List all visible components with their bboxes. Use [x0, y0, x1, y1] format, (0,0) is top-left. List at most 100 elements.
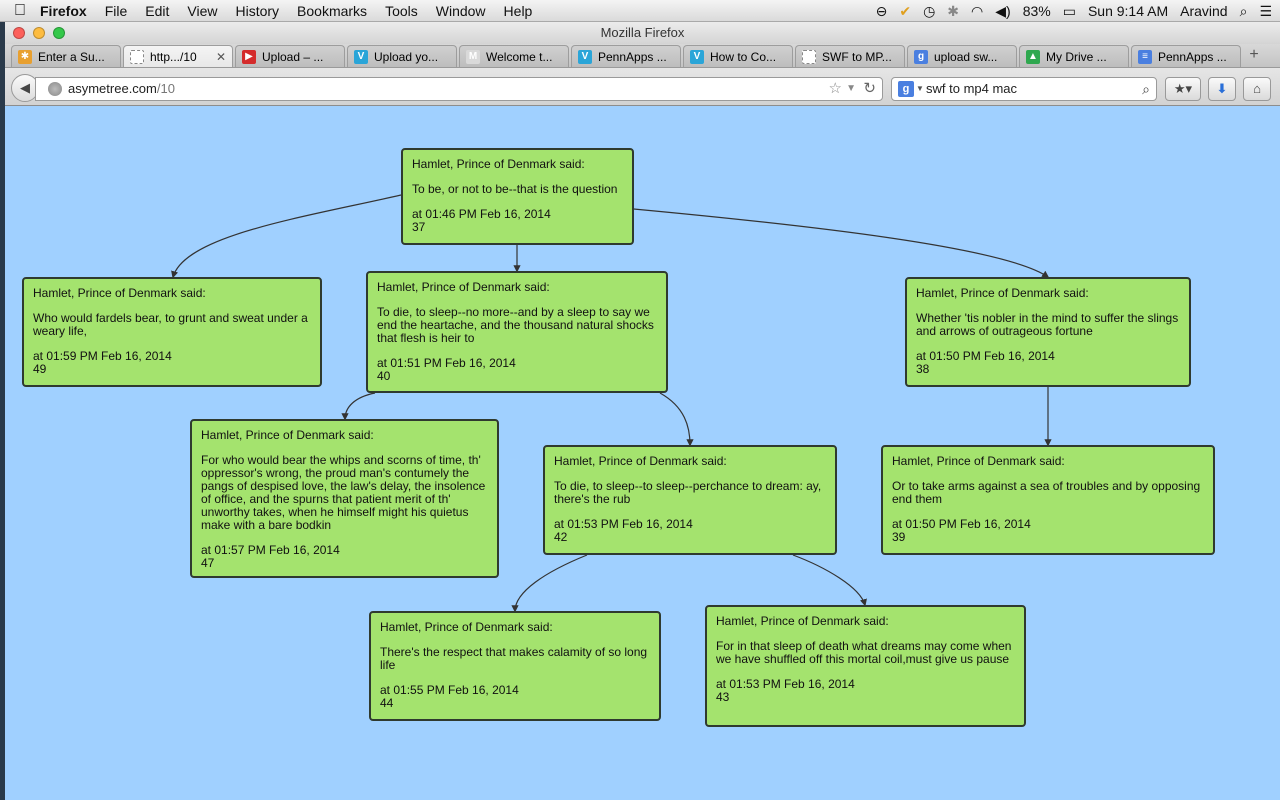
comment-node-43[interactable]: Hamlet, Prince of Denmark said: For in th…	[705, 605, 1026, 727]
home-button[interactable]: ⌂	[1243, 77, 1271, 101]
battery-icon[interactable]: ▭	[1063, 3, 1076, 20]
node-id: 38	[916, 362, 930, 376]
gmail-icon: M	[466, 49, 480, 64]
apple-menu-icon[interactable]: 	[0, 2, 40, 20]
node-time: at 01:51 PM Feb 16, 2014	[377, 356, 516, 370]
zoom-window-button[interactable]	[53, 27, 65, 39]
blank-page-icon	[130, 49, 144, 64]
bookmark-star-icon[interactable]: ☆	[829, 78, 842, 100]
user-name[interactable]: Aravind	[1180, 3, 1227, 19]
tab-1[interactable]: http.../10 ✕	[123, 45, 233, 67]
comment-node-49[interactable]: Hamlet, Prince of Denmark said: Who would…	[22, 277, 322, 387]
address-bar[interactable]: asymetree.com/10 ☆ ▼ ↻	[35, 77, 883, 101]
pinwheel-icon: ✱	[18, 49, 32, 64]
comment-node-38[interactable]: Hamlet, Prince of Denmark said: Whether '…	[905, 277, 1191, 387]
node-speaker: Hamlet, Prince of Denmark said:	[201, 428, 374, 442]
reload-icon[interactable]: ↻	[863, 78, 876, 100]
spotlight-icon[interactable]: ⌕	[1240, 3, 1248, 20]
bluetooth-icon[interactable]: ✱	[947, 3, 959, 20]
time-machine-icon[interactable]: ◷	[923, 3, 935, 20]
app-menu[interactable]: Firefox	[40, 3, 87, 19]
node-text: For who would bear the whips and scorns …	[201, 453, 486, 532]
node-time: at 01:59 PM Feb 16, 2014	[33, 349, 172, 363]
history-dropdown-icon[interactable]: ▼	[846, 78, 856, 100]
window-title: Mozilla Firefox	[600, 25, 685, 40]
node-speaker: Hamlet, Prince of Denmark said:	[380, 620, 553, 634]
node-time: at 01:53 PM Feb 16, 2014	[716, 677, 855, 691]
comment-node-42[interactable]: Hamlet, Prince of Denmark said: To die, t…	[543, 445, 837, 555]
edge-n42-n43	[792, 554, 867, 607]
tab-2[interactable]: ▶ Upload – ...	[235, 45, 345, 67]
node-time: at 01:55 PM Feb 16, 2014	[380, 683, 519, 697]
bookmarks-button[interactable]: ★▾	[1165, 77, 1201, 101]
tab-6[interactable]: V How to Co...	[683, 45, 793, 67]
tab-0[interactable]: ✱ Enter a Su...	[11, 45, 121, 67]
node-speaker: Hamlet, Prince of Denmark said:	[554, 454, 727, 468]
downloads-button[interactable]: ⬇	[1208, 77, 1236, 101]
tab-bar: ✱ Enter a Su... http.../10 ✕ ▶ Upload – ... V U…	[5, 44, 1280, 68]
minimize-window-button[interactable]	[33, 27, 45, 39]
menu-history[interactable]: History	[235, 3, 279, 19]
volume-icon[interactable]: ◀)	[995, 3, 1010, 20]
url-host: asymetree.com	[68, 81, 157, 96]
clock[interactable]: Sun 9:14 AM	[1088, 3, 1168, 19]
vimeo-icon: V	[690, 49, 704, 64]
node-speaker: Hamlet, Prince of Denmark said:	[892, 454, 1065, 468]
menu-help[interactable]: Help	[504, 3, 533, 19]
comment-node-39[interactable]: Hamlet, Prince of Denmark said: Or to tak…	[881, 445, 1215, 555]
tab-5[interactable]: V PennApps ...	[571, 45, 681, 67]
node-id: 37	[412, 220, 426, 234]
node-text: Who would fardels bear, to grunt and swe…	[33, 311, 308, 338]
node-id: 42	[554, 530, 568, 544]
edge-n40-n47	[341, 392, 376, 421]
search-input[interactable]: g ▼ swf to mp4 mac ⌕	[891, 77, 1157, 101]
tab-label: PennApps ...	[598, 49, 667, 64]
comment-node-47[interactable]: Hamlet, Prince of Denmark said: For who w…	[190, 419, 499, 578]
comment-node-37[interactable]: Hamlet, Prince of Denmark said: To be, or…	[401, 148, 634, 245]
battery-percent[interactable]: 83%	[1023, 3, 1051, 19]
node-time: at 01:53 PM Feb 16, 2014	[554, 517, 693, 531]
node-id: 47	[201, 556, 215, 570]
close-tab-icon[interactable]: ✕	[216, 50, 226, 64]
new-tab-button[interactable]: +	[1243, 45, 1265, 67]
node-text: Whether 'tis nobler in the mind to suffe…	[916, 311, 1179, 338]
node-id: 44	[380, 696, 394, 710]
tab-10[interactable]: ≡ PennApps ...	[1131, 45, 1241, 67]
node-time: at 01:46 PM Feb 16, 2014	[412, 207, 551, 221]
globe-icon	[48, 82, 62, 96]
close-window-button[interactable]	[13, 27, 25, 39]
tab-4[interactable]: M Welcome t...	[459, 45, 569, 67]
tab-3[interactable]: V Upload yo...	[347, 45, 457, 67]
search-icon[interactable]: ⌕	[1142, 78, 1150, 100]
edge-n37-n49	[171, 194, 402, 279]
node-speaker: Hamlet, Prince of Denmark said:	[412, 157, 585, 171]
tab-label: My Drive ...	[1046, 49, 1107, 64]
menu-edit[interactable]: Edit	[145, 3, 169, 19]
search-engine-dropdown-icon[interactable]: ▼	[916, 78, 924, 100]
menu-tools[interactable]: Tools	[385, 3, 418, 19]
menubar:  Firefox File Edit View History Bookmar…	[0, 0, 1280, 22]
menu-window[interactable]: Window	[436, 3, 486, 19]
google-icon: g	[914, 49, 928, 64]
tab-label: http.../10	[150, 49, 197, 64]
menu-view[interactable]: View	[187, 3, 217, 19]
tab-8[interactable]: g upload sw...	[907, 45, 1017, 67]
comment-node-44[interactable]: Hamlet, Prince of Denmark said: There's t…	[369, 611, 661, 721]
node-speaker: Hamlet, Prince of Denmark said:	[377, 280, 550, 294]
tab-9[interactable]: ▲ My Drive ...	[1019, 45, 1129, 67]
node-text: For in that sleep of death what dreams m…	[716, 639, 1012, 666]
wifi-icon[interactable]: ◠	[971, 3, 983, 20]
youtube-icon: ▶	[242, 49, 256, 64]
comment-node-40[interactable]: Hamlet, Prince of Denmark said: To die, t…	[366, 271, 668, 393]
notification-center-icon[interactable]: ☰	[1259, 3, 1272, 20]
status-circle-icon[interactable]: ⊖	[876, 3, 888, 20]
checkmark-icon[interactable]: ✔	[899, 3, 911, 20]
search-value: swf to mp4 mac	[926, 81, 1018, 96]
google-search-icon[interactable]: g	[898, 81, 914, 97]
tab-label: Enter a Su...	[38, 49, 105, 64]
tab-7[interactable]: SWF to MP...	[795, 45, 905, 67]
menu-file[interactable]: File	[105, 3, 128, 19]
node-text: To die, to sleep--no more--and by a slee…	[377, 305, 654, 345]
menu-bookmarks[interactable]: Bookmarks	[297, 3, 367, 19]
edge-n40-n42	[659, 392, 694, 447]
